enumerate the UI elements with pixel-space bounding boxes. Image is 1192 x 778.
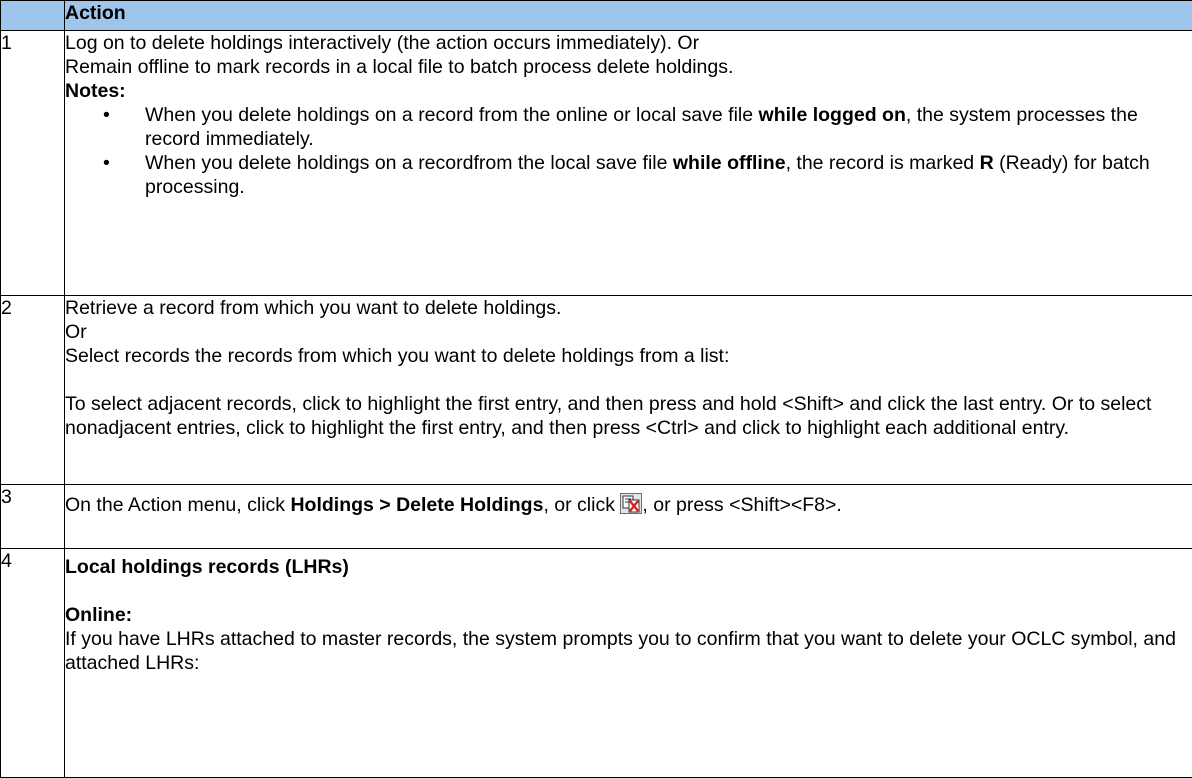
step-action: Log on to delete holdings interactively … [65, 31, 1192, 296]
procedure-table: Action 1 Log on to delete holdings inter… [0, 0, 1192, 778]
action-column-header: Action [65, 1, 1192, 31]
notes-label: Notes: [65, 80, 126, 102]
step-number: 3 [1, 485, 65, 549]
table-row: 1 Log on to delete holdings interactivel… [1, 31, 1192, 296]
step-text: On the Action menu, click [65, 494, 290, 516]
bullet-icon: • [103, 151, 110, 175]
step-number: 1 [1, 31, 65, 296]
step-text: To select adjacent records, click to hig… [65, 392, 1192, 440]
section-subheading: Online: [65, 604, 132, 626]
menu-path: Holdings > Delete Holdings [290, 494, 543, 516]
step-text: Select records the records from which yo… [65, 344, 1192, 368]
table-row: 2 Retrieve a record from which you want … [1, 296, 1192, 485]
step-text: Log on to delete holdings interactively … [65, 31, 1192, 55]
step-text: Or [65, 320, 1192, 344]
step-text: If you have LHRs attached to master reco… [65, 627, 1192, 675]
table-row: 3 On the Action menu, click Holdings > D… [1, 485, 1192, 549]
table-header-row: Action [1, 1, 1192, 31]
table-row: 4 Local holdings records (LHRs) Online: … [1, 549, 1192, 778]
step-action: On the Action menu, click Holdings > Del… [65, 485, 1192, 549]
step-action: Retrieve a record from which you want to… [65, 296, 1192, 485]
number-column-header [1, 1, 65, 31]
section-heading: Local holdings records (LHRs) [65, 556, 349, 578]
step-action: Local holdings records (LHRs) Online: If… [65, 549, 1192, 778]
list-item: •When you delete holdings on a recordfro… [145, 151, 1192, 199]
bullet-icon: • [103, 103, 110, 127]
step-number: 2 [1, 296, 65, 485]
step-text: Remain offline to mark records in a loca… [65, 55, 1192, 79]
step-number: 4 [1, 549, 65, 778]
notes-list: •When you delete holdings on a record fr… [65, 103, 1192, 199]
step-text: Retrieve a record from which you want to… [65, 296, 1192, 320]
delete-holdings-icon [620, 493, 642, 514]
list-item: •When you delete holdings on a record fr… [145, 103, 1192, 151]
